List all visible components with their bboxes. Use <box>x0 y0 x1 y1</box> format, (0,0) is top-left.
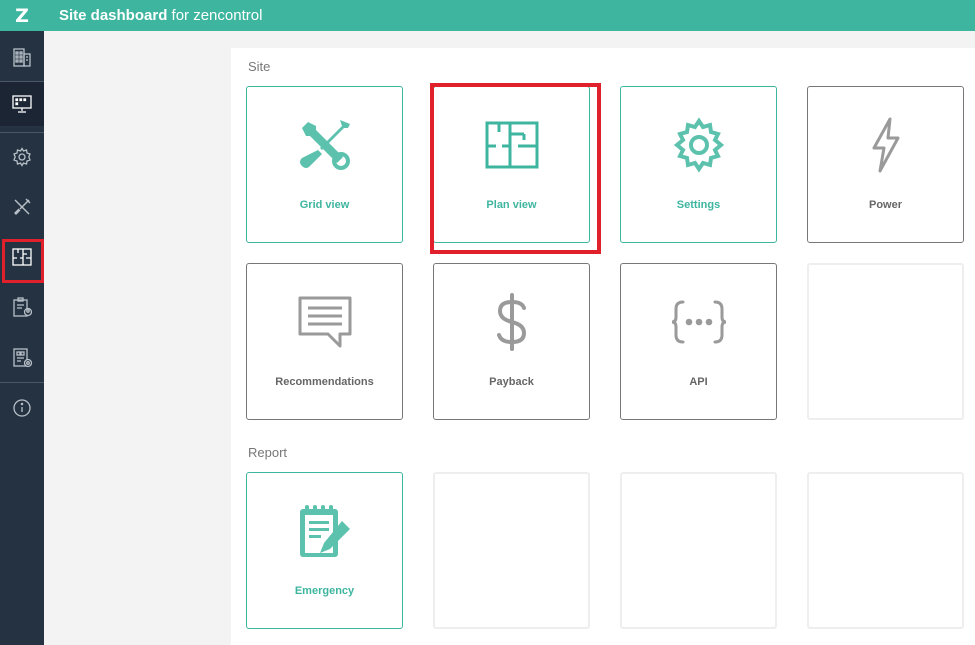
tools-icon <box>299 120 350 170</box>
monitor-icon <box>12 95 32 113</box>
sidebar-divider <box>0 132 44 133</box>
tile-label: Grid view <box>299 199 350 211</box>
tile-icon <box>434 115 589 175</box>
floorplan-icon <box>12 248 32 266</box>
sidebar-divider <box>0 382 44 383</box>
page-title-site: for zencontrol <box>167 7 263 24</box>
tile-grid-view[interactable]: Grid view <box>246 86 403 243</box>
tile-empty <box>620 472 777 629</box>
tile-label: Plan view <box>486 199 537 211</box>
sidebar-item-plan-view[interactable] <box>0 235 44 283</box>
tile-label: Settings <box>676 199 721 211</box>
report-settings-icon <box>13 348 33 368</box>
sidebar-item-settings[interactable] <box>0 135 44 179</box>
sidebar-item-info[interactable] <box>0 386 44 430</box>
tile-icon <box>247 115 402 175</box>
tile-label: Emergency <box>294 585 355 597</box>
tile-label: Recommendations <box>275 376 374 388</box>
floorplan-icon <box>485 121 538 169</box>
tile-power[interactable]: Power <box>807 86 964 243</box>
braces-icon <box>671 300 726 344</box>
notepad-pencil-icon <box>299 505 350 557</box>
clipboard-user-icon <box>13 297 33 317</box>
tile-api[interactable]: API <box>620 263 777 420</box>
sidebar-item-report-settings[interactable] <box>0 335 44 379</box>
sidebar-item-tools[interactable] <box>0 185 44 229</box>
tile-empty <box>433 472 590 629</box>
tile-payback[interactable]: Payback <box>433 263 590 420</box>
page-title: Site dashboard for zencontrol <box>59 7 262 24</box>
tile-label: Power <box>868 199 902 211</box>
section-label-site: Site <box>248 59 271 74</box>
section-label-report: Report <box>248 445 288 460</box>
gear-icon <box>13 147 31 167</box>
sidebar-item-dashboard[interactable] <box>0 82 44 126</box>
info-icon <box>13 399 31 417</box>
chat-icon <box>298 296 351 348</box>
top-bar: Z Site dashboard for zencontrol <box>0 0 975 31</box>
tile-icon <box>434 292 589 352</box>
tile-icon <box>621 115 776 175</box>
sidebar-item-reports[interactable] <box>0 285 44 329</box>
tile-emergency[interactable]: Emergency <box>246 472 403 629</box>
tile-recommendations[interactable]: Recommendations <box>246 263 403 420</box>
building-icon <box>13 48 31 67</box>
tools-icon <box>14 198 31 215</box>
app-logo[interactable]: Z <box>0 0 44 31</box>
sidebar-item-buildings[interactable] <box>0 35 44 79</box>
tile-label: Payback <box>489 376 534 388</box>
sidebar <box>0 31 44 645</box>
lightning-icon <box>872 117 899 173</box>
tile-plan-view[interactable]: Plan view <box>430 83 601 254</box>
tile-icon <box>247 292 402 352</box>
dollar-icon <box>496 293 526 351</box>
tile-label: API <box>689 376 708 388</box>
tile-empty <box>807 263 964 420</box>
tile-icon <box>621 292 776 352</box>
tile-icon <box>247 501 402 561</box>
tile-icon <box>808 115 963 175</box>
gear-icon <box>673 117 724 173</box>
tile-settings[interactable]: Settings <box>620 86 777 243</box>
tile-empty <box>807 472 964 629</box>
page-title-bold: Site dashboard <box>59 7 168 24</box>
dashboard-content: Site Grid view Plan view Settings Power … <box>231 48 975 645</box>
